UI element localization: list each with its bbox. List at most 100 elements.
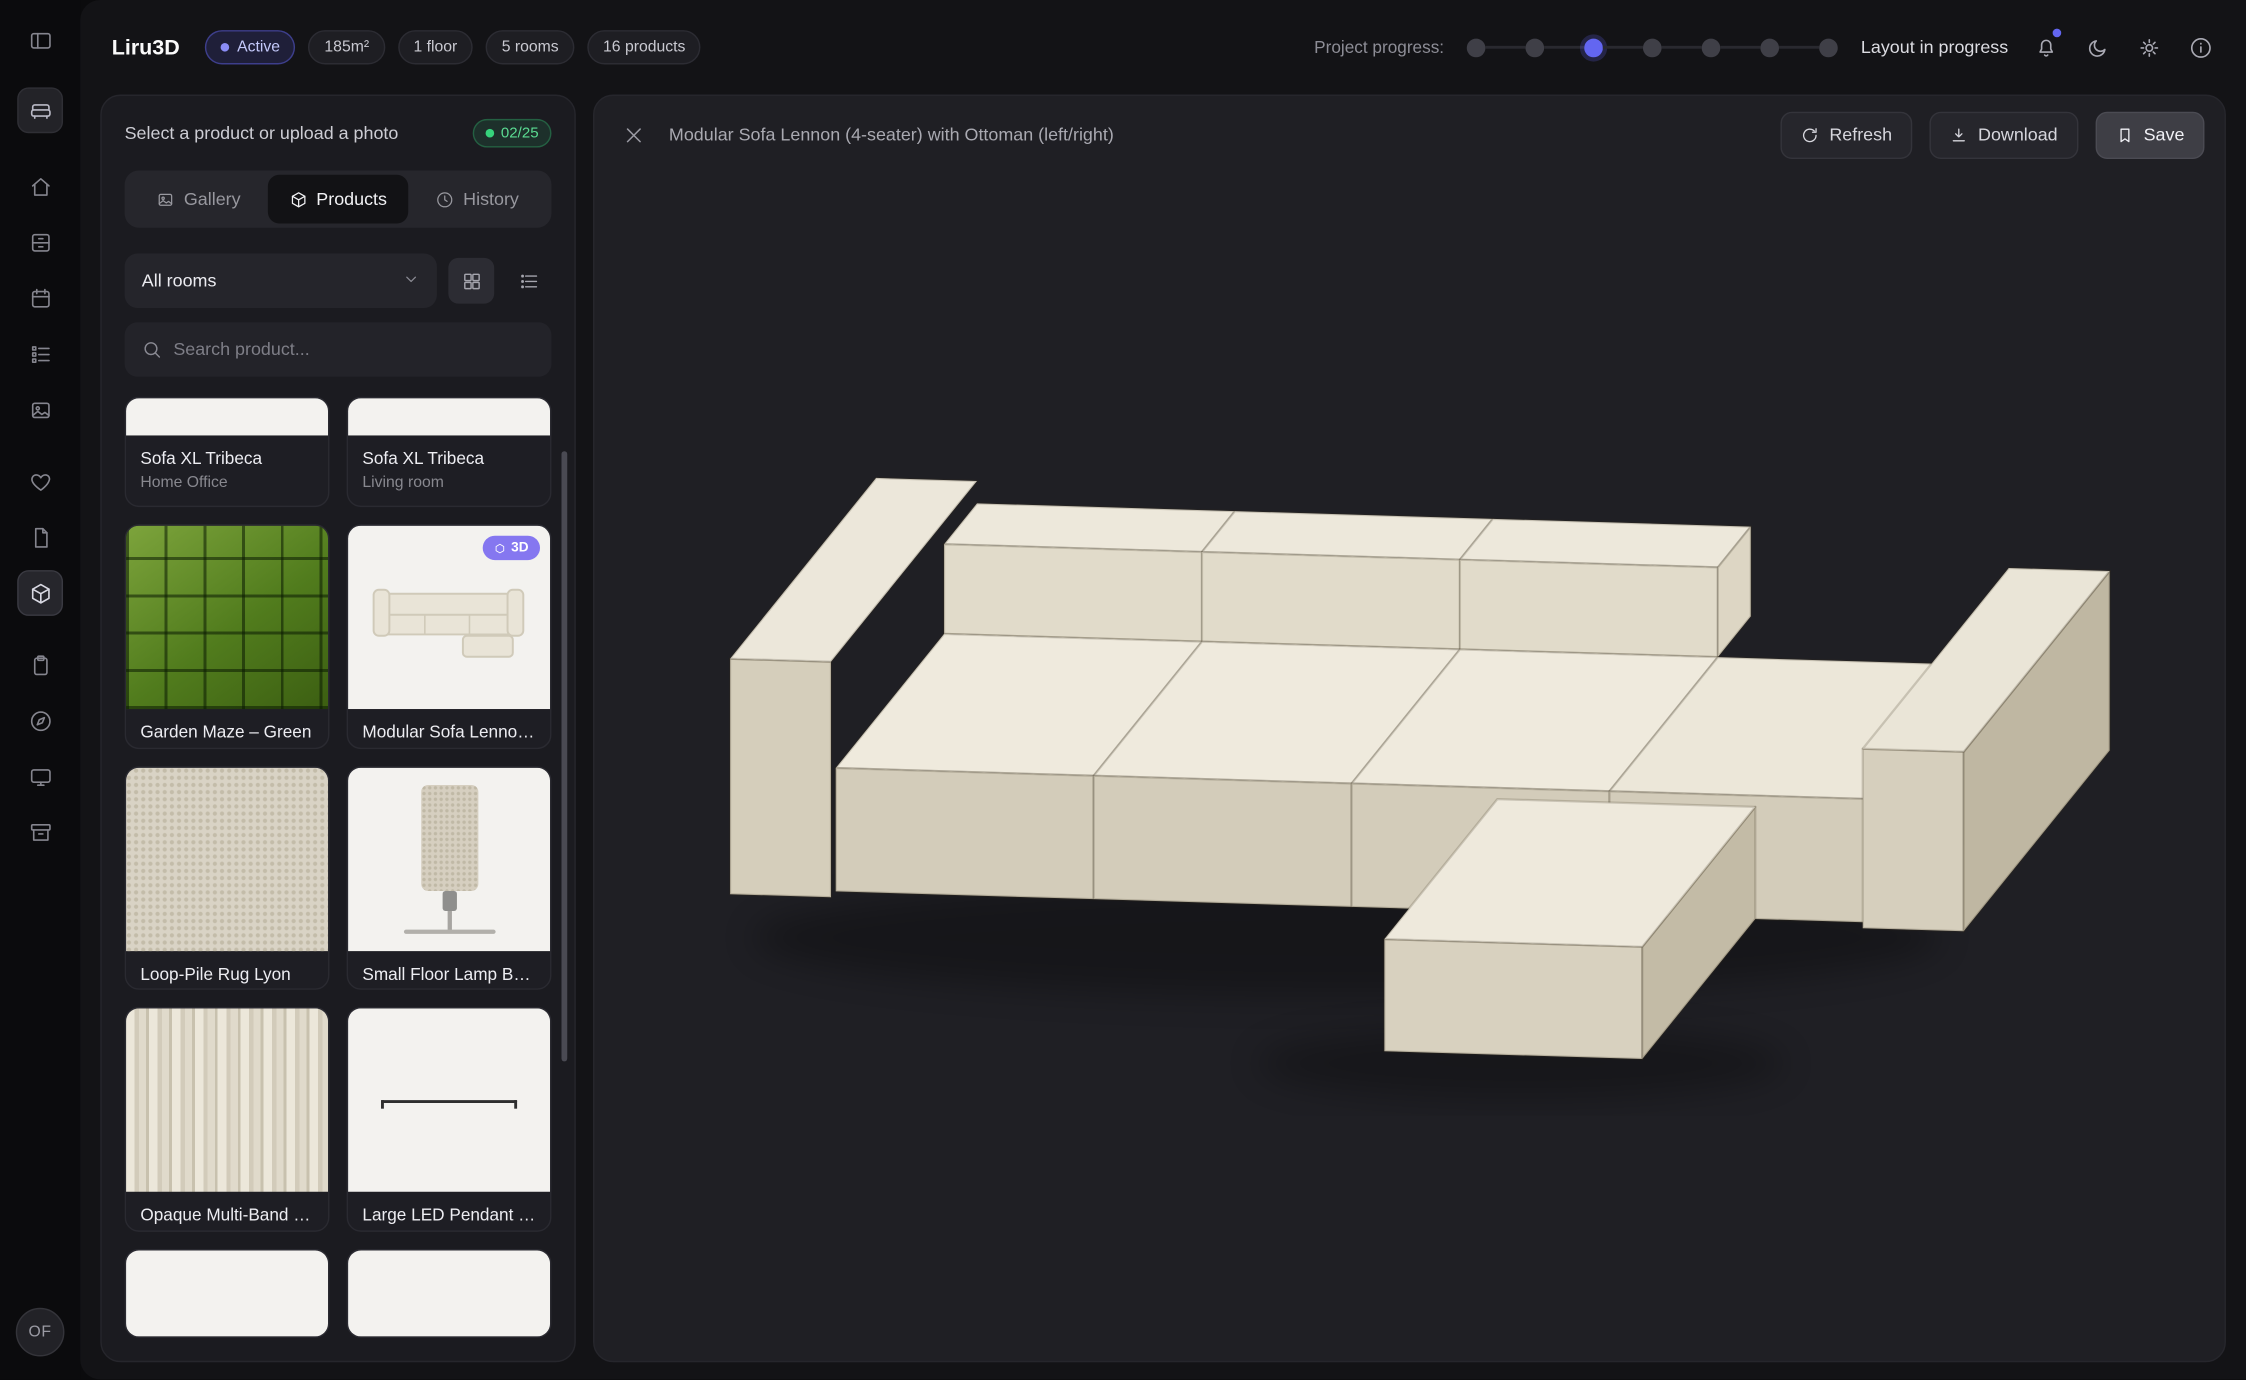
sidebar-toggle-icon[interactable]: [17, 17, 63, 63]
info-icon[interactable]: [2186, 33, 2215, 62]
cube-icon: [494, 542, 505, 553]
product-card[interactable]: Large LED Pendant El... Home Office: [347, 1007, 552, 1231]
tab-label: History: [463, 189, 519, 209]
furniture-icon[interactable]: [17, 219, 63, 265]
refresh-button[interactable]: Refresh: [1781, 111, 1912, 158]
tab-label: Gallery: [184, 189, 241, 209]
tasks-list-icon[interactable]: [17, 331, 63, 377]
download-button[interactable]: Download: [1929, 111, 2077, 158]
status-dot: [220, 43, 229, 52]
refresh-icon: [1801, 125, 1820, 144]
progress-connector: [1603, 46, 1643, 49]
progress-step-7[interactable]: [1819, 38, 1838, 57]
save-button[interactable]: Save: [2095, 111, 2205, 158]
calendar-icon[interactable]: [17, 275, 63, 321]
product-name: Modular Sofa Lennon (...: [362, 722, 535, 742]
product-grid: Sofa XL Tribeca Home Office Sofa XL Trib…: [125, 397, 552, 1338]
3d-canvas[interactable]: [594, 173, 2224, 1360]
panel-scrollbar[interactable]: [562, 451, 568, 1061]
grid-view-button[interactable]: [448, 258, 494, 304]
rooms-badge: 5 rooms: [486, 30, 574, 64]
progress-connector: [1662, 46, 1702, 49]
progress-step-5[interactable]: [1702, 38, 1721, 57]
app-root: OF Liru3D Active 185m² 1 floor 5 rooms 1…: [0, 0, 2246, 1379]
progress-step-6[interactable]: [1761, 38, 1780, 57]
tab-history[interactable]: History: [408, 175, 547, 224]
product-thumbnail: [126, 1009, 328, 1192]
product-name: Small Floor Lamp Benan: [362, 964, 535, 984]
3d-badge: 3D: [482, 536, 540, 560]
dark-mode-moon-icon[interactable]: [2083, 33, 2112, 62]
product-room: Home Office: [140, 474, 313, 491]
room-filter-value: All rooms: [142, 271, 217, 291]
pendant-bar-illustration: [380, 1101, 517, 1104]
count-badge: 02/25: [472, 119, 551, 148]
product-name: Sofa XL Tribeca: [362, 448, 535, 468]
product-thumbnail: [126, 1250, 328, 1336]
search-input[interactable]: [173, 339, 534, 359]
progress-step-1[interactable]: [1467, 38, 1486, 57]
progress-step-4[interactable]: [1643, 38, 1662, 57]
settings-gear-icon[interactable]: [2134, 33, 2163, 62]
notification-dot: [2053, 29, 2062, 38]
archive-icon[interactable]: [17, 809, 63, 855]
progress-label: Project progress:: [1314, 37, 1444, 57]
list-view-button[interactable]: [506, 258, 552, 304]
product-room: Living room: [362, 474, 535, 491]
status-badge: Active: [204, 30, 296, 64]
home-icon[interactable]: [17, 163, 63, 209]
room-filter-select[interactable]: All rooms: [125, 254, 437, 308]
lamp-shade-illustration: [420, 784, 477, 890]
top-header: Liru3D Active 185m² 1 floor 5 rooms 16 p…: [80, 0, 2246, 95]
user-avatar[interactable]: OF: [16, 1308, 65, 1357]
product-thumbnail: [348, 767, 550, 950]
gallery-image-icon[interactable]: [17, 387, 63, 433]
image-icon: [157, 190, 176, 209]
clipboard-icon[interactable]: [17, 642, 63, 688]
product-room: Home Office: [362, 1231, 535, 1232]
cube-3d-icon[interactable]: [17, 570, 63, 616]
product-card[interactable]: Sofa XL Tribeca Living room: [347, 397, 552, 507]
product-room: Living room: [140, 748, 313, 749]
grid-icon: [461, 270, 482, 291]
tab-products[interactable]: Products: [268, 175, 407, 224]
close-icon[interactable]: [614, 116, 651, 153]
product-room: Master Bedroom: [140, 1231, 313, 1232]
product-thumbnail: [348, 1250, 550, 1336]
progress-connector: [1721, 46, 1761, 49]
search-bar: [125, 322, 552, 376]
product-thumbnail: [126, 398, 328, 435]
main-region: Liru3D Active 185m² 1 floor 5 rooms 16 p…: [80, 0, 2246, 1379]
app-title: Liru3D: [112, 35, 180, 59]
chevron-down-icon: [403, 270, 420, 291]
screen-share-icon[interactable]: [17, 753, 63, 799]
document-icon[interactable]: [17, 514, 63, 560]
compass-icon[interactable]: [17, 698, 63, 744]
product-card[interactable]: 3D: [347, 524, 552, 748]
product-thumbnail: [126, 526, 328, 709]
progress-step-3-current[interactable]: [1584, 38, 1603, 57]
header-right: Project progress: Layout in progress: [1314, 33, 2214, 62]
favorites-heart-icon[interactable]: [17, 458, 63, 504]
app-logo-icon[interactable]: [17, 87, 63, 133]
product-card-partial[interactable]: [125, 1249, 330, 1338]
panel-tabs: Gallery Products History: [125, 170, 552, 227]
progress-connector: [1486, 46, 1526, 49]
floors-badge: 1 floor: [398, 30, 473, 64]
product-card-partial[interactable]: [347, 1249, 552, 1338]
sofa-3d-render: [719, 455, 2121, 1117]
filter-row: All rooms: [125, 254, 552, 308]
panel-title: Select a product or upload a photo: [125, 123, 399, 143]
product-card[interactable]: Sofa XL Tribeca Home Office: [125, 397, 330, 507]
content-row: Select a product or upload a photo 02/25…: [80, 95, 2246, 1380]
tab-gallery[interactable]: Gallery: [129, 175, 268, 224]
progress-step-2[interactable]: [1526, 38, 1545, 57]
product-card[interactable]: Opaque Multi-Band Cu... Master Bedroom: [125, 1007, 330, 1231]
product-card[interactable]: Garden Maze – Green Living room: [125, 524, 330, 748]
product-card[interactable]: Loop-Pile Rug Lyon Master Bedroom: [125, 766, 330, 990]
product-room: Master Bedroom: [362, 989, 535, 990]
notifications-bell-icon[interactable]: [2031, 33, 2060, 62]
product-thumbnail: [126, 767, 328, 950]
product-card[interactable]: Small Floor Lamp Benan Master Bedroom: [347, 766, 552, 990]
tab-label: Products: [316, 189, 387, 209]
